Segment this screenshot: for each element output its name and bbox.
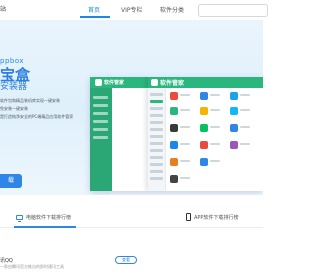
app-tile-label — [180, 109, 190, 111]
app-sidebar-item — [93, 96, 108, 99]
tab-pc-rank[interactable]: 电脑软件下载排行榜 — [16, 212, 71, 222]
nav-active-indicator — [80, 16, 110, 18]
app-tile-icon — [170, 141, 178, 149]
app-tile-icon — [230, 141, 238, 149]
app-sidebar-item — [93, 104, 108, 107]
app-tile-label — [240, 143, 250, 145]
app-tile-icon — [170, 158, 178, 166]
app-category-item — [150, 107, 163, 110]
app-tile-label — [240, 109, 250, 111]
app-logo-icon — [95, 79, 102, 86]
app-tile-label — [210, 126, 220, 128]
app-category-item — [150, 170, 163, 173]
software-title[interactable]: 讯QQ — [0, 257, 13, 264]
download-button[interactable]: 载 — [0, 174, 22, 188]
search-input[interactable] — [198, 4, 268, 17]
app-tile-label — [210, 143, 220, 145]
app-preview-window: 软件管家 软件管家 — [90, 77, 263, 191]
app-category-item — [150, 135, 163, 138]
site-logo[interactable]: 站 — [0, 4, 6, 13]
app-sidebar-item — [93, 112, 108, 115]
app-category-item — [150, 128, 163, 131]
nav-item-home[interactable]: 首页 — [88, 5, 100, 14]
tab-label: 电脑软件下载排行榜 — [26, 214, 72, 221]
software-description: 一款由腾讯官方推出的即时通讯工具 — [0, 264, 64, 269]
app-tile-icon — [170, 124, 178, 132]
banner-feature-line: 软件包和精品装机库实现一键安装 — [0, 98, 60, 103]
app-tile-label — [210, 109, 220, 111]
app-tile-icon — [230, 92, 238, 100]
top-nav: 站 首页 VIP专栏 软件分类 — [0, 0, 268, 20]
app-category-item — [150, 93, 163, 96]
phone-icon — [186, 213, 191, 221]
nav-item-categories[interactable]: 软件分类 — [160, 5, 184, 14]
app-tile-icon — [170, 92, 178, 100]
app-tile-label — [180, 160, 190, 162]
monitor-icon — [16, 214, 23, 222]
app-sidebar-item — [93, 136, 108, 139]
tab-app-rank[interactable]: APP软件下载排行榜 — [186, 212, 238, 222]
app-category-item — [150, 114, 163, 117]
app-category-item — [150, 156, 163, 159]
app-main-window: 软件管家 — [148, 77, 263, 191]
app-tile-icon — [200, 141, 208, 149]
app-main-name: 软件管家 — [160, 80, 185, 87]
app-tile-icon — [230, 107, 238, 115]
rank-tabs: 电脑软件下载排行榜 APP软件下载排行榜 — [0, 204, 263, 228]
app-main-titlebar: 软件管家 — [148, 77, 263, 88]
app-main-sidebar — [148, 88, 166, 191]
app-sidebar — [90, 88, 112, 191]
app-tile-label — [180, 143, 190, 145]
banner-feature-line: 是打造纯净安全的PC端精品应用软件管家 — [0, 114, 74, 119]
app-category-item — [150, 121, 163, 124]
app-name: 软件管家 — [104, 80, 125, 86]
app-tile-icon — [170, 175, 178, 183]
app-tile-label — [240, 126, 250, 128]
app-tile-icon — [170, 107, 178, 115]
app-tile-icon — [200, 124, 208, 132]
app-category-item-selected — [150, 100, 163, 103]
banner-feature-line: 免安装一键安装 — [0, 106, 28, 111]
hero-banner: ppbox 宝盒 安装器 软件包和精品装机库实现一键安装 免安装一键安装 是打造… — [0, 20, 263, 195]
app-tile-label — [210, 160, 220, 162]
banner-title-secondary: 安装器 — [0, 82, 28, 92]
app-tile-label — [180, 126, 190, 128]
app-category-item — [150, 163, 163, 166]
app-main-logo-icon — [151, 79, 158, 86]
app-category-item — [150, 142, 163, 145]
app-sidebar-item — [93, 120, 108, 123]
app-tile-label — [180, 177, 190, 179]
app-tile-label — [240, 94, 250, 96]
tab-label: APP软件下载排行榜 — [194, 214, 239, 221]
software-card: 讯QQ 一款由腾讯官方推出的即时通讯工具 查看 — [0, 247, 263, 274]
app-tile-icon — [200, 158, 208, 166]
app-sidebar-item — [93, 128, 108, 131]
tab-active-indicator — [14, 226, 76, 228]
view-button[interactable]: 查看 — [115, 256, 137, 264]
app-tile-icon — [230, 124, 238, 132]
app-tile-icon — [200, 107, 208, 115]
nav-item-vip[interactable]: VIP专栏 — [121, 5, 143, 14]
app-tile-label — [210, 94, 220, 96]
app-category-item — [150, 177, 163, 180]
app-category-item — [150, 149, 163, 152]
app-tile-label — [180, 94, 190, 96]
app-tile-icon — [200, 92, 208, 100]
